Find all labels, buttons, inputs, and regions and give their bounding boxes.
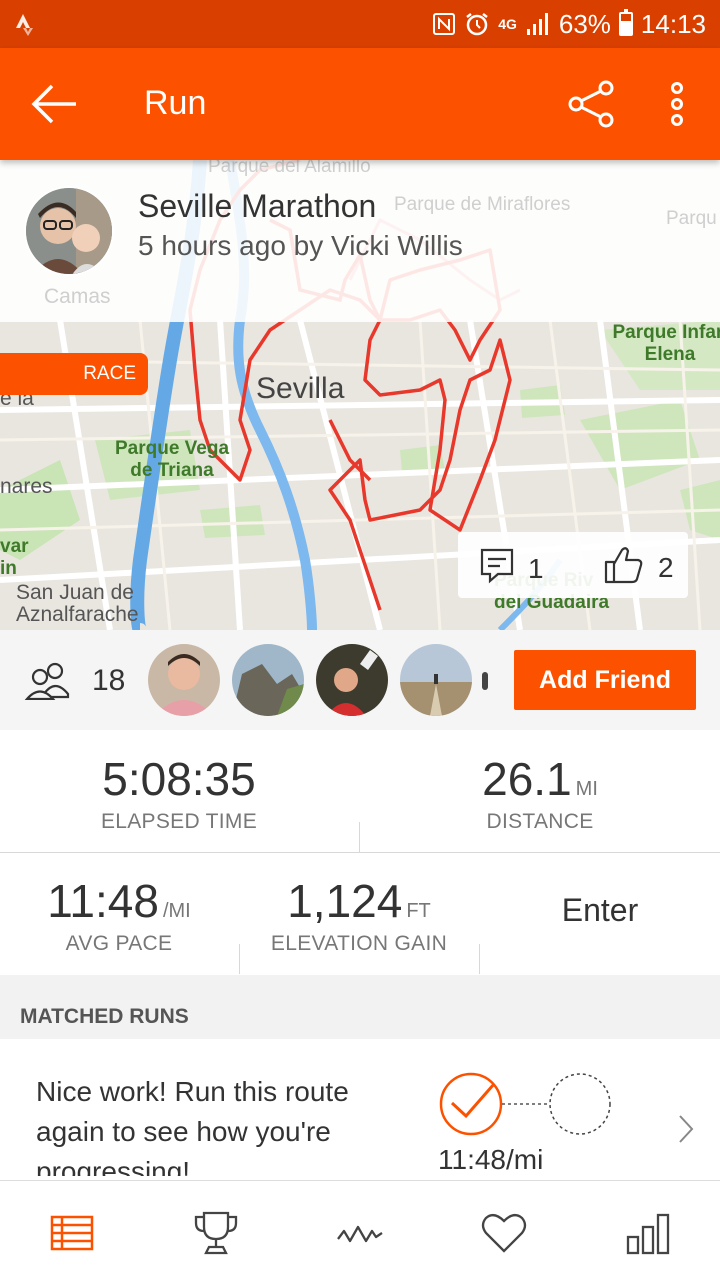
social-counts: 1 2 [458, 532, 688, 598]
group-icon[interactable] [24, 660, 72, 705]
map-label-miraflores: Parque de Miraflores [394, 194, 571, 215]
add-friend-button[interactable]: Add Friend [514, 650, 696, 710]
map-label-nares: nares [0, 475, 53, 498]
stat-elapsed-time: 5:08:35 ELAPSED TIME [0, 752, 358, 834]
app-bar: Run [0, 48, 720, 160]
race-badge: RACE [0, 353, 148, 395]
matched-runs-message: Nice work! Run this route again to see h… [36, 1076, 349, 1176]
athlete-avatar[interactable] [316, 644, 388, 716]
divider [0, 852, 720, 853]
status-bar: 4G 63% 14:13 [0, 0, 720, 48]
activity-title: Seville Marathon [138, 188, 377, 224]
activity-pulse-icon[interactable] [336, 1209, 384, 1257]
back-arrow-icon[interactable] [28, 80, 80, 128]
athletes-row: 18 Add Friend [0, 630, 720, 730]
kudos-count: 2 [658, 551, 674, 583]
battery-icon [618, 9, 633, 36]
stat-elevation-gain: 1,124 FT ELEVATION GAIN [240, 874, 478, 956]
more-vert-icon[interactable] [660, 78, 694, 130]
stats-bars-icon[interactable] [624, 1209, 672, 1257]
matched-runs-title: MATCHED RUNS [20, 1005, 189, 1028]
stat-avg-pace: 11:48/MI AVG PACE [0, 874, 238, 956]
athlete-count: 18 [92, 664, 126, 697]
thumbs-up-icon [602, 542, 646, 593]
map-label-parque-vega: Parque Vega de Triana [114, 438, 230, 481]
elapsed-time-label: ELAPSED TIME [100, 810, 258, 833]
nfc-icon [432, 12, 456, 36]
kudos-button[interactable]: 2 [602, 542, 674, 593]
distance-unit: MI [575, 778, 598, 800]
elapsed-time-value: 5:08:35 [102, 753, 256, 805]
athlete-avatar[interactable] [232, 644, 304, 716]
map-label-sevilla: Sevilla [256, 372, 345, 405]
distance-value: 26.1 [482, 753, 572, 805]
map-label-camas: Camas [44, 285, 111, 308]
matched-runs-header: MATCHED RUNS [0, 975, 720, 1039]
enter-button[interactable]: Enter [490, 892, 710, 929]
battery-percent: 63% [558, 8, 611, 39]
elevation-gain-value: 1,124 [287, 875, 403, 927]
avg-pace-value: 11:48 [47, 875, 159, 927]
more-athletes-indicator [482, 672, 488, 690]
signal-icon [525, 11, 551, 37]
distance-label: DISTANCE [486, 810, 594, 833]
strava-logo-icon [14, 12, 36, 41]
feed-icon[interactable] [48, 1209, 96, 1257]
matched-runs-pace: 11:48/mi [438, 1144, 544, 1175]
comment-icon [478, 546, 516, 591]
heart-icon[interactable] [480, 1209, 528, 1257]
map-label-parque-right: Parqu [666, 208, 717, 229]
share-icon[interactable] [566, 78, 618, 130]
bottom-nav [0, 1180, 720, 1280]
comments-button[interactable]: 1 [478, 546, 544, 591]
map-label-alamillo: Parque del Alamillo [208, 160, 371, 177]
alarm-icon [464, 11, 490, 37]
divider [479, 944, 480, 974]
map-label-parque-infanta: Parque Infan Elena [612, 322, 720, 365]
athlete-avatar[interactable] [148, 644, 220, 716]
map-label-san-juan: San Juan de Aznalfarache [16, 581, 139, 626]
athlete-avatar[interactable] [400, 644, 472, 716]
elevation-gain-label: ELEVATION GAIN [270, 932, 448, 955]
map-label-var: var in [0, 536, 29, 579]
comments-count: 1 [528, 552, 544, 584]
avg-pace-unit: /MI [162, 900, 191, 922]
route-map[interactable]: Parque del Alamillo Parque de Miraflores… [0, 160, 720, 630]
page-title: Run [144, 84, 207, 122]
trophy-icon[interactable] [192, 1209, 240, 1257]
stat-distance: 26.1 MI DISTANCE [360, 752, 720, 834]
chevron-right-icon[interactable] [676, 1114, 696, 1149]
network-type-label: 4G [498, 16, 517, 32]
matched-progress-icon[interactable] [438, 1070, 618, 1145]
avg-pace-label: AVG PACE [65, 932, 173, 955]
activity-subtitle[interactable]: 5 hours ago by Vicki Willis [138, 230, 463, 262]
clock: 14:13 [640, 8, 706, 39]
author-avatar[interactable] [24, 186, 114, 276]
elevation-gain-unit: FT [406, 900, 431, 922]
